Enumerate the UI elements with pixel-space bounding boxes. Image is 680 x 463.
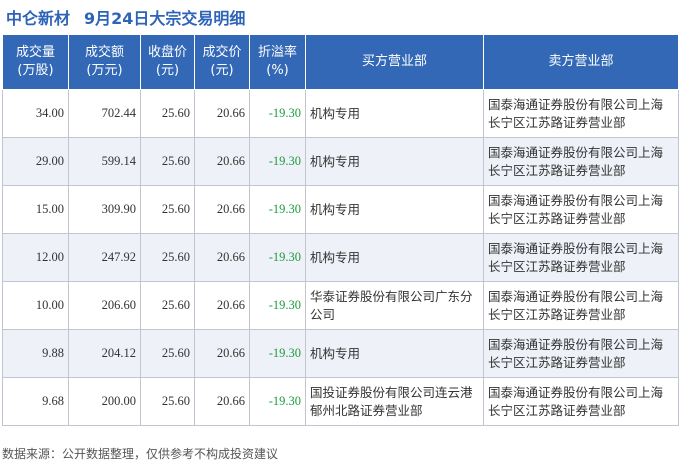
cell-amount: 206.60: [68, 281, 141, 330]
cell-premium-rate: -19.30: [249, 233, 306, 282]
cell-trade-price: 20.66: [194, 137, 250, 186]
cell-volume: 29.00: [2, 137, 69, 186]
cell-seller: 国泰海通证券股份有限公司上海长宁区江苏路证券营业部: [483, 329, 679, 378]
cell-volume: 34.00: [2, 89, 69, 138]
cell-buyer: 国投证券股份有限公司连云港郁州北路证券营业部: [305, 377, 484, 426]
cell-seller: 国泰海通证券股份有限公司上海长宁区江苏路证券营业部: [483, 233, 679, 282]
cell-buyer: 机构专用: [305, 89, 484, 138]
table-header-row: 成交量 (万股) 成交额 (万元) 收盘价 (元) 成交价 (元) 折溢率 (%) 买方营…: [2, 34, 679, 90]
cell-volume: 9.68: [2, 377, 69, 426]
title-bar: 中仑新材 9月24日大宗交易明细: [0, 0, 680, 34]
cell-trade-price: 20.66: [194, 89, 250, 138]
table-row: 34.00 702.44 25.60 20.66 -19.30 机构专用 国泰海…: [2, 89, 679, 138]
cell-close-price: 25.60: [140, 137, 195, 186]
table-row: 9.88 204.12 25.60 20.66 -19.30 机构专用 国泰海通…: [2, 329, 679, 378]
cell-amount: 204.12: [68, 329, 141, 378]
block-trade-table: 成交量 (万股) 成交额 (万元) 收盘价 (元) 成交价 (元) 折溢率 (%) 买方营…: [2, 34, 679, 426]
cell-premium-rate: -19.30: [249, 185, 306, 234]
block-trade-table-container: 成交量 (万股) 成交额 (万元) 收盘价 (元) 成交价 (元) 折溢率 (%) 买方营…: [2, 34, 679, 426]
cell-amount: 200.00: [68, 377, 141, 426]
cell-premium-rate: -19.30: [249, 137, 306, 186]
cell-close-price: 25.60: [140, 233, 195, 282]
page-subtitle: 9月24日大宗交易明细: [84, 9, 246, 28]
header-trade-price: 成交价 (元): [194, 34, 250, 90]
cell-amount: 599.14: [68, 137, 141, 186]
cell-buyer: 机构专用: [305, 329, 484, 378]
cell-amount: 309.90: [68, 185, 141, 234]
cell-volume: 12.00: [2, 233, 69, 282]
cell-buyer: 机构专用: [305, 185, 484, 234]
cell-buyer: 华泰证券股份有限公司广东分公司: [305, 281, 484, 330]
cell-trade-price: 20.66: [194, 329, 250, 378]
cell-premium-rate: -19.30: [249, 89, 306, 138]
cell-volume: 9.88: [2, 329, 69, 378]
cell-close-price: 25.60: [140, 89, 195, 138]
cell-buyer: 机构专用: [305, 137, 484, 186]
stock-name[interactable]: 中仑新材: [6, 5, 70, 29]
cell-seller: 国泰海通证券股份有限公司上海长宁区江苏路证券营业部: [483, 137, 679, 186]
cell-trade-price: 20.66: [194, 281, 250, 330]
cell-seller: 国泰海通证券股份有限公司上海长宁区江苏路证券营业部: [483, 89, 679, 138]
cell-volume: 15.00: [2, 185, 69, 234]
cell-seller: 国泰海通证券股份有限公司上海长宁区江苏路证券营业部: [483, 185, 679, 234]
cell-seller: 国泰海通证券股份有限公司上海长宁区江苏路证券营业部: [483, 377, 679, 426]
cell-buyer: 机构专用: [305, 233, 484, 282]
table-row: 10.00 206.60 25.60 20.66 -19.30 华泰证券股份有限…: [2, 281, 679, 330]
cell-amount: 702.44: [68, 89, 141, 138]
cell-premium-rate: -19.30: [249, 377, 306, 426]
table-row: 12.00 247.92 25.60 20.66 -19.30 机构专用 国泰海…: [2, 233, 679, 282]
cell-trade-price: 20.66: [194, 185, 250, 234]
cell-amount: 247.92: [68, 233, 141, 282]
cell-seller: 国泰海通证券股份有限公司上海长宁区江苏路证券营业部: [483, 281, 679, 330]
header-seller: 卖方营业部: [483, 34, 679, 90]
cell-premium-rate: -19.30: [249, 281, 306, 330]
table-body: 34.00 702.44 25.60 20.66 -19.30 机构专用 国泰海…: [2, 89, 679, 426]
data-source-note: 数据来源：公开数据整理，仅供参考不构成投资建议: [2, 447, 279, 461]
header-volume: 成交量 (万股): [2, 34, 69, 90]
header-amount: 成交额 (万元): [68, 34, 141, 90]
header-buyer: 买方营业部: [305, 34, 484, 90]
header-close-price: 收盘价 (元): [140, 34, 195, 90]
cell-premium-rate: -19.30: [249, 329, 306, 378]
cell-close-price: 25.60: [140, 185, 195, 234]
cell-trade-price: 20.66: [194, 233, 250, 282]
table-row: 15.00 309.90 25.60 20.66 -19.30 机构专用 国泰海…: [2, 185, 679, 234]
cell-trade-price: 20.66: [194, 377, 250, 426]
table-row: 9.68 200.00 25.60 20.66 -19.30 国投证券股份有限公…: [2, 377, 679, 426]
cell-close-price: 25.60: [140, 281, 195, 330]
table-row: 29.00 599.14 25.60 20.66 -19.30 机构专用 国泰海…: [2, 137, 679, 186]
cell-close-price: 25.60: [140, 329, 195, 378]
cell-close-price: 25.60: [140, 377, 195, 426]
header-premium-rate: 折溢率 (%): [249, 34, 306, 90]
cell-volume: 10.00: [2, 281, 69, 330]
